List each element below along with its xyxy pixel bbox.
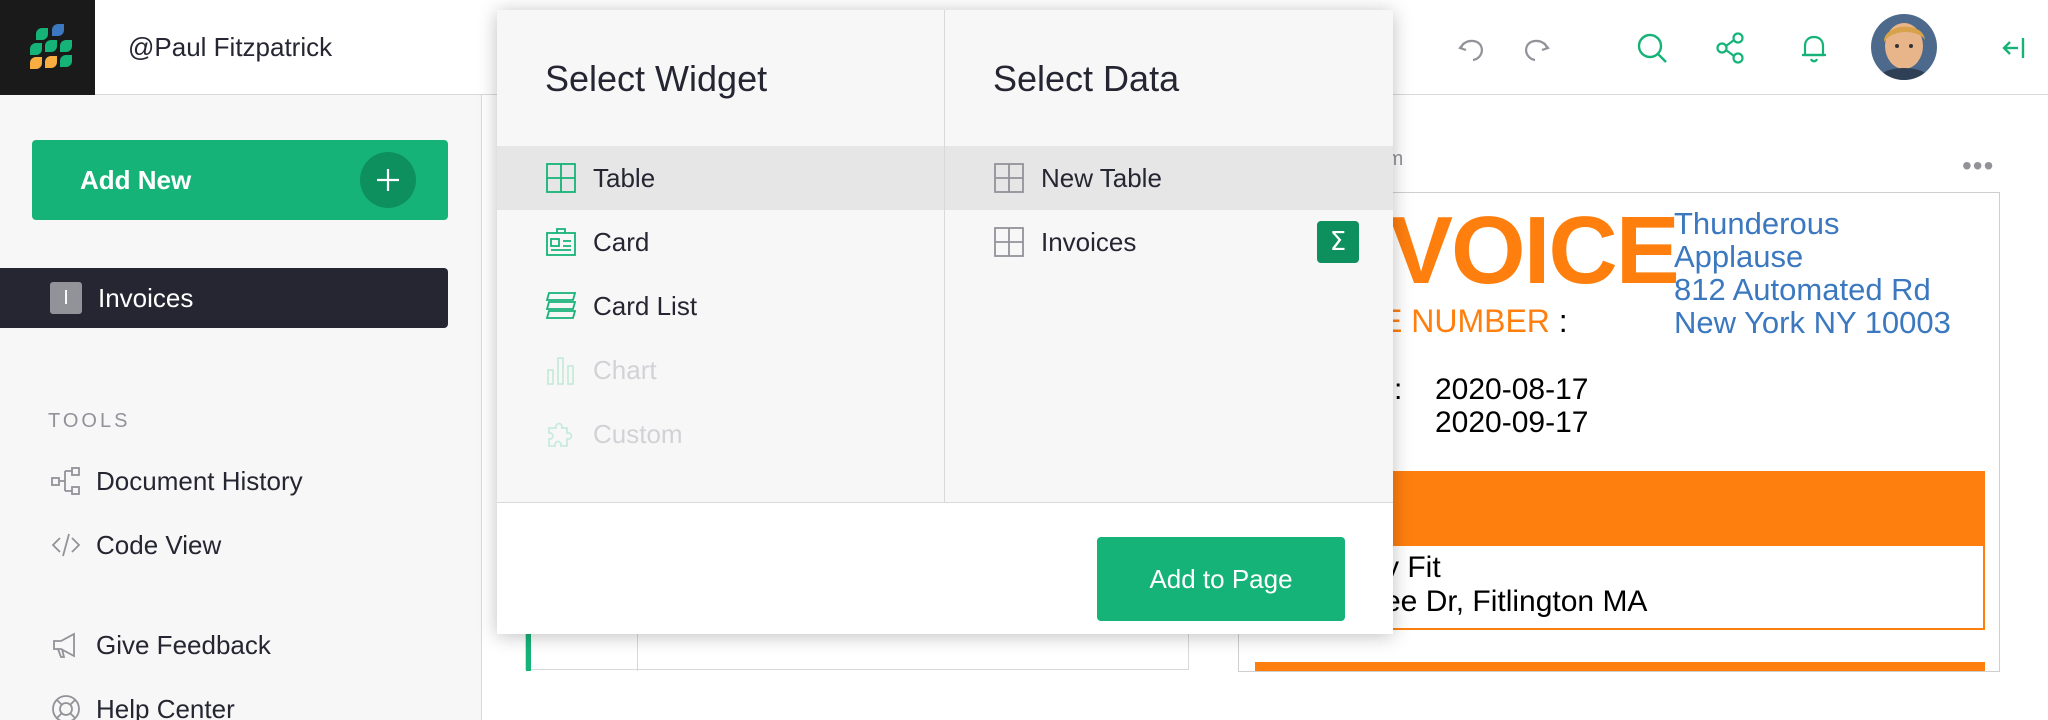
widget-option-chart: Chart: [497, 338, 944, 402]
table-icon: [993, 162, 1025, 194]
invoice-dates: 2020-08-17 2020-09-17: [1435, 373, 1588, 439]
logo-dot: [30, 57, 42, 69]
add-new-label: Add New: [80, 164, 192, 195]
data-option-invoices[interactable]: Invoices Σ: [945, 210, 1393, 274]
data-option-label: Invoices: [1041, 226, 1137, 257]
logo-dot: [36, 28, 48, 40]
logo-dot: [60, 55, 72, 67]
page-item-label: Invoices: [98, 282, 194, 313]
redo-icon[interactable]: [1512, 24, 1560, 72]
tool-label: Give Feedback: [96, 629, 271, 660]
logo-dot: [52, 24, 64, 36]
company-line: Applause: [1674, 239, 1804, 274]
logo-dot: [30, 43, 42, 55]
logo-dot: [45, 56, 57, 68]
card-list-icon: [545, 290, 577, 322]
left-panel: Add New I Invoices TOOLS Document Histor…: [0, 95, 482, 720]
widget-list: Table Card Card List Chart Custom: [497, 146, 944, 466]
bell-icon[interactable]: [1790, 24, 1838, 72]
select-widget-column: Select Widget Table Card Card List Chart…: [497, 10, 945, 502]
give-feedback-link[interactable]: Give Feedback: [48, 625, 271, 665]
more-options-icon[interactable]: •••: [1962, 150, 1994, 182]
tools-section-label: TOOLS: [48, 410, 131, 432]
invoice-number-colon: :: [1558, 303, 1568, 339]
tool-document-history[interactable]: Document History: [48, 461, 303, 501]
widget-option-card[interactable]: Card: [497, 210, 944, 274]
modal-footer: Add to Page: [497, 502, 1393, 634]
chart-icon: [545, 354, 577, 386]
plus-icon: [360, 152, 416, 208]
code-icon: [48, 527, 84, 563]
user-name[interactable]: @Paul Fitzpatrick: [128, 32, 332, 63]
search-icon[interactable]: [1628, 24, 1676, 72]
card-icon: [545, 226, 577, 258]
invoice-date: 2020-08-17: [1435, 373, 1589, 406]
tool-label: Document History: [96, 465, 303, 496]
company-line: New York NY 10003: [1674, 305, 1951, 340]
items-header-bar: [1255, 662, 1985, 671]
custom-widget-icon: [545, 418, 577, 450]
share-icon[interactable]: [1706, 24, 1754, 72]
invoice-number-text: E NUMBER: [1381, 303, 1550, 339]
due-date: 2020-09-17: [1435, 406, 1589, 439]
widget-option-table[interactable]: Table: [497, 146, 944, 210]
widget-option-label: Card List: [593, 290, 698, 321]
logo-dot: [45, 40, 57, 52]
date-colon: :: [1394, 373, 1403, 406]
data-source-list: New Table Invoices Σ: [945, 146, 1393, 274]
data-option-label: New Table: [1041, 162, 1162, 193]
company-address: Thunderous Applause 812 Automated Rd New…: [1674, 207, 1994, 339]
select-data-heading: Select Data: [993, 58, 1180, 99]
widget-option-card-list[interactable]: Card List: [497, 274, 944, 338]
tool-code-view[interactable]: Code View: [48, 525, 221, 565]
avatar[interactable]: [1871, 14, 1937, 80]
page-initial: I: [50, 282, 82, 314]
table-icon: [993, 226, 1025, 258]
data-option-new-table[interactable]: New Table: [945, 146, 1393, 210]
table-icon: [545, 162, 577, 194]
collapse-panel-icon[interactable]: [1990, 24, 2038, 72]
tool-label: Help Center: [96, 693, 235, 720]
lifebuoy-icon: [48, 691, 84, 720]
invoice-number-label: E NUMBER :: [1381, 303, 1568, 340]
invoice-title: VOICE: [1389, 197, 1680, 304]
history-icon: [48, 463, 84, 499]
app-logo[interactable]: [0, 0, 95, 95]
logo-dot: [60, 40, 72, 52]
summary-table-button[interactable]: Σ: [1317, 221, 1359, 263]
company-line: Thunderous: [1674, 206, 1840, 241]
widget-option-label: Custom: [593, 418, 683, 449]
widget-option-custom: Custom: [497, 402, 944, 466]
megaphone-icon: [48, 627, 84, 663]
add-widget-modal: Select Widget Table Card Card List Chart…: [497, 10, 1393, 634]
widget-option-label: Chart: [593, 354, 657, 385]
undo-icon[interactable]: [1448, 24, 1496, 72]
billto-line: ee Dr, Fitlington MA: [1384, 585, 1648, 618]
add-new-button[interactable]: Add New: [32, 140, 448, 220]
company-line: 812 Automated Rd: [1674, 272, 1931, 307]
billto-line: y Fit: [1384, 551, 1441, 584]
select-widget-heading: Select Widget: [545, 58, 768, 99]
add-to-page-button[interactable]: Add to Page: [1097, 537, 1345, 621]
widget-option-label: Table: [593, 162, 656, 193]
help-center-link[interactable]: Help Center: [48, 689, 235, 720]
tool-label: Code View: [96, 529, 222, 560]
page-item-invoices[interactable]: I Invoices: [0, 268, 448, 328]
billto-text: y Fit ee Dr, Fitlington MA: [1384, 551, 1647, 619]
select-data-column: Select Data New Table Invoices Σ: [945, 10, 1393, 502]
widget-option-label: Card: [593, 226, 650, 257]
